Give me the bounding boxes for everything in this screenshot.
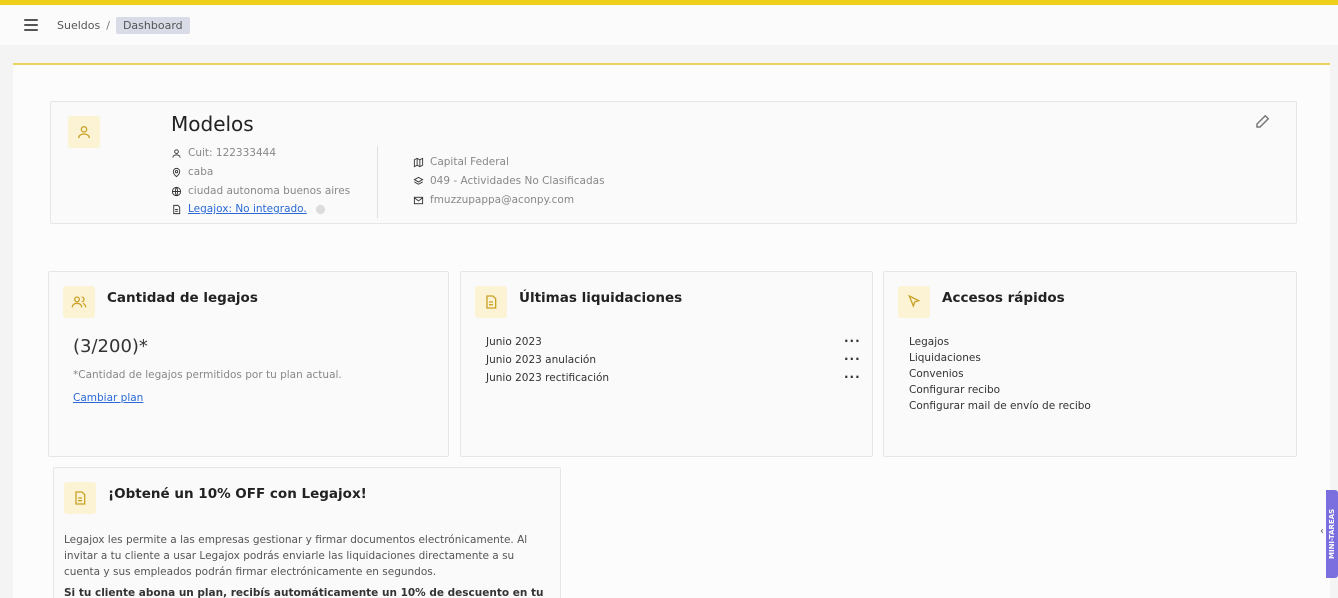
acceso-configurar-mail-link[interactable]: Configurar mail de envío de recibo — [909, 400, 1091, 412]
liquidacion-item[interactable]: Junio 2023 rectificación — [486, 372, 609, 384]
liquidacion-item[interactable]: Junio 2023 — [486, 336, 542, 348]
legajos-title: Cantidad de legajos — [107, 290, 258, 306]
legajos-count: (3/200)* — [73, 336, 148, 357]
promo-paragraph: Legajox les permite a las empresas gesti… — [64, 534, 528, 578]
breadcrumb-root[interactable]: Sueldos — [57, 19, 100, 32]
users-icon — [63, 286, 95, 318]
liquidaciones-card: Últimas liquidaciones Junio 2023 ··· Jun… — [460, 271, 873, 457]
breadcrumb-separator: / — [106, 18, 110, 32]
acceso-configurar-recibo-link[interactable]: Configurar recibo — [909, 384, 1000, 396]
city-text: caba — [188, 166, 214, 178]
legajox-row: Legajox: No integrado. — [171, 203, 332, 215]
chevron-left-icon[interactable]: ‹ — [1320, 526, 1324, 537]
city-row: caba — [171, 166, 213, 178]
accesos-title: Accesos rápidos — [942, 290, 1065, 306]
user-icon — [172, 148, 181, 158]
email-row: fmuzzupappa@aconpy.com — [413, 194, 574, 206]
breadcrumb-current: Dashboard — [115, 16, 190, 34]
legajos-note: *Cantidad de legajos permitidos por tu p… — [73, 369, 342, 381]
map-pin-icon — [172, 167, 181, 177]
more-options-icon[interactable]: ··· — [844, 370, 861, 384]
cuit-text: Cuit: 122333444 — [188, 147, 277, 159]
acceso-convenios-link[interactable]: Convenios — [909, 368, 964, 380]
document-icon — [475, 286, 507, 318]
map-icon — [413, 157, 424, 167]
liquidacion-item[interactable]: Junio 2023 anulación — [486, 354, 596, 366]
edit-icon[interactable] — [1254, 112, 1272, 134]
activity-row: 049 - Actividades No Clasificadas — [413, 175, 605, 187]
legajox-promo-card: ¡Obtené un 10% OFF con Legajox! Legajox … — [53, 467, 561, 598]
promo-discount-paragraph: Si tu cliente abona un plan, recibís aut… — [64, 587, 544, 598]
location-row: ciudad autonoma buenos aires — [171, 185, 350, 197]
mail-icon — [413, 196, 424, 204]
promo-title: ¡Obtené un 10% OFF con Legajox! — [108, 486, 367, 502]
liquidaciones-title: Últimas liquidaciones — [519, 290, 683, 306]
cursor-icon — [898, 286, 930, 318]
more-options-icon[interactable]: ··· — [844, 334, 861, 348]
legajox-status-link[interactable]: Legajox: No integrado. — [188, 203, 307, 215]
globe-icon — [171, 186, 182, 196]
acceso-legajos-link[interactable]: Legajos — [909, 336, 949, 348]
legajos-card: Cantidad de legajos (3/200)* *Cantidad d… — [48, 271, 449, 457]
company-name: Modelos — [171, 112, 254, 136]
province-row: Capital Federal — [413, 156, 509, 168]
mini-tareas-tab[interactable]: MINI-TAREAS — [1326, 490, 1338, 578]
info-icon[interactable] — [315, 204, 326, 215]
document-icon — [64, 482, 96, 514]
cuit-row: Cuit: 122333444 — [171, 147, 276, 159]
more-options-icon[interactable]: ··· — [844, 352, 861, 366]
dashboard-panel: Modelos Cuit: 122333444 caba ciudad auto… — [13, 63, 1330, 598]
top-bar: Sueldos / Dashboard — [0, 5, 1338, 45]
email-text: fmuzzupappa@aconpy.com — [430, 194, 575, 206]
acceso-liquidaciones-link[interactable]: Liquidaciones — [909, 352, 981, 364]
activity-text: 049 - Actividades No Clasificadas — [430, 175, 605, 187]
accesos-card: Accesos rápidos Legajos Liquidaciones Co… — [883, 271, 1297, 457]
user-icon — [68, 116, 100, 148]
menu-icon[interactable] — [24, 19, 38, 31]
location-text: ciudad autonoma buenos aires — [188, 185, 351, 197]
company-card: Modelos Cuit: 122333444 caba ciudad auto… — [50, 101, 1297, 224]
layers-icon — [413, 176, 424, 185]
document-icon — [173, 204, 181, 214]
vertical-divider — [377, 146, 378, 218]
province-text: Capital Federal — [430, 156, 509, 168]
cambiar-plan-link[interactable]: Cambiar plan — [73, 392, 143, 404]
